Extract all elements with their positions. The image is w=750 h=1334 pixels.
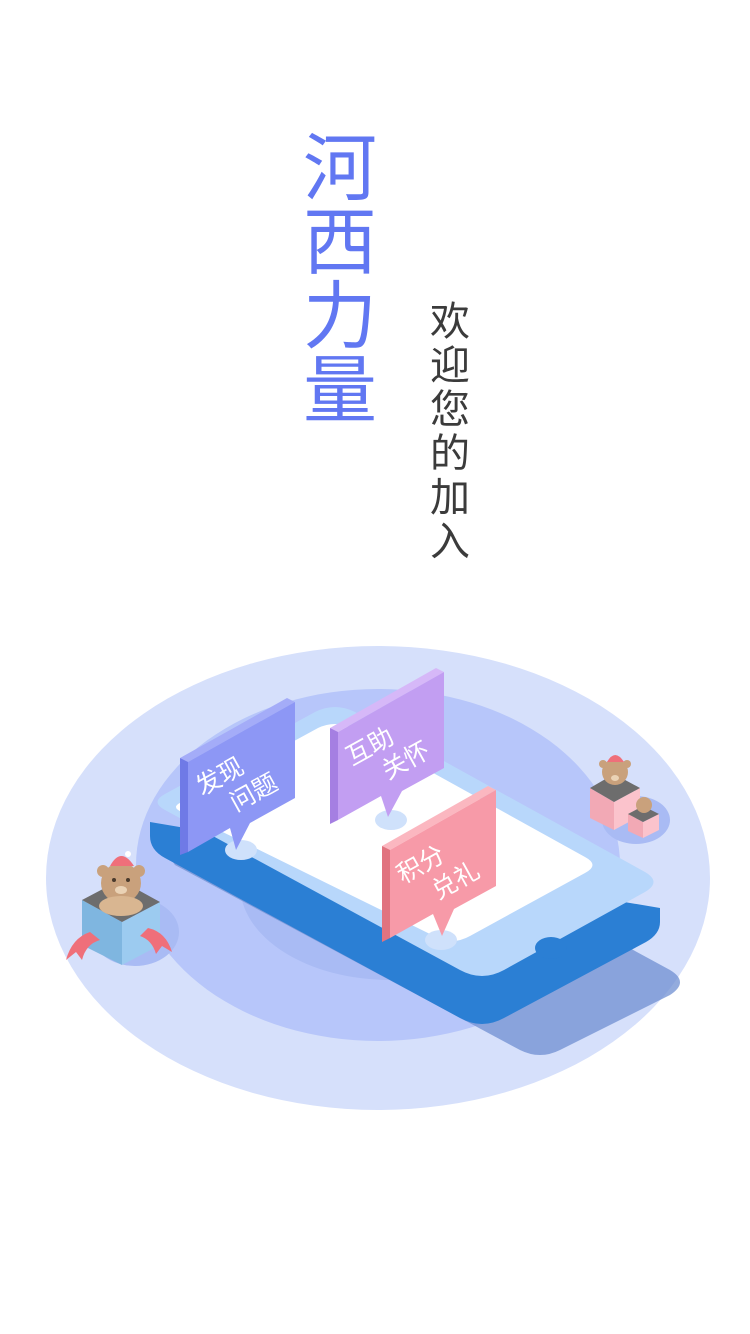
title-char: 力 — [303, 274, 377, 360]
subtitle-char: 加 — [430, 475, 470, 521]
bear-body — [99, 896, 143, 916]
title-char: 量 — [303, 348, 377, 434]
bubble-side — [180, 758, 188, 855]
bear-eye — [126, 878, 130, 882]
home-button-icon — [535, 937, 567, 959]
bear-hat-pom — [125, 851, 131, 857]
bubble-side — [330, 728, 338, 824]
phone-illustration: 发现 问题 互助 关怀 积分 兑礼 — [46, 646, 710, 1110]
subtitle-char: 迎 — [430, 343, 470, 389]
bear-head — [636, 797, 652, 813]
subtitle-char: 欢 — [430, 299, 470, 345]
title-char: 河 — [303, 126, 377, 212]
bear-ear — [623, 760, 631, 768]
title-char: 西 — [303, 200, 377, 286]
bear-eye — [112, 878, 116, 882]
bear-ear — [133, 865, 145, 877]
bubble-anchor-dot — [375, 810, 407, 830]
subtitle-char: 入 — [430, 519, 470, 565]
title-vertical: 河 西 力 量 — [298, 132, 382, 428]
subtitle-char: 您 — [430, 387, 470, 433]
bear-muzzle — [115, 886, 127, 894]
subtitle-vertical: 欢 迎 您 的 加 入 — [424, 300, 476, 564]
bear-muzzle — [611, 775, 619, 781]
bubble-anchor-dot — [225, 840, 257, 860]
bear-ear — [599, 760, 607, 768]
bubble-side — [382, 846, 390, 942]
bear-ear — [97, 865, 109, 877]
subtitle-char: 的 — [430, 431, 470, 477]
